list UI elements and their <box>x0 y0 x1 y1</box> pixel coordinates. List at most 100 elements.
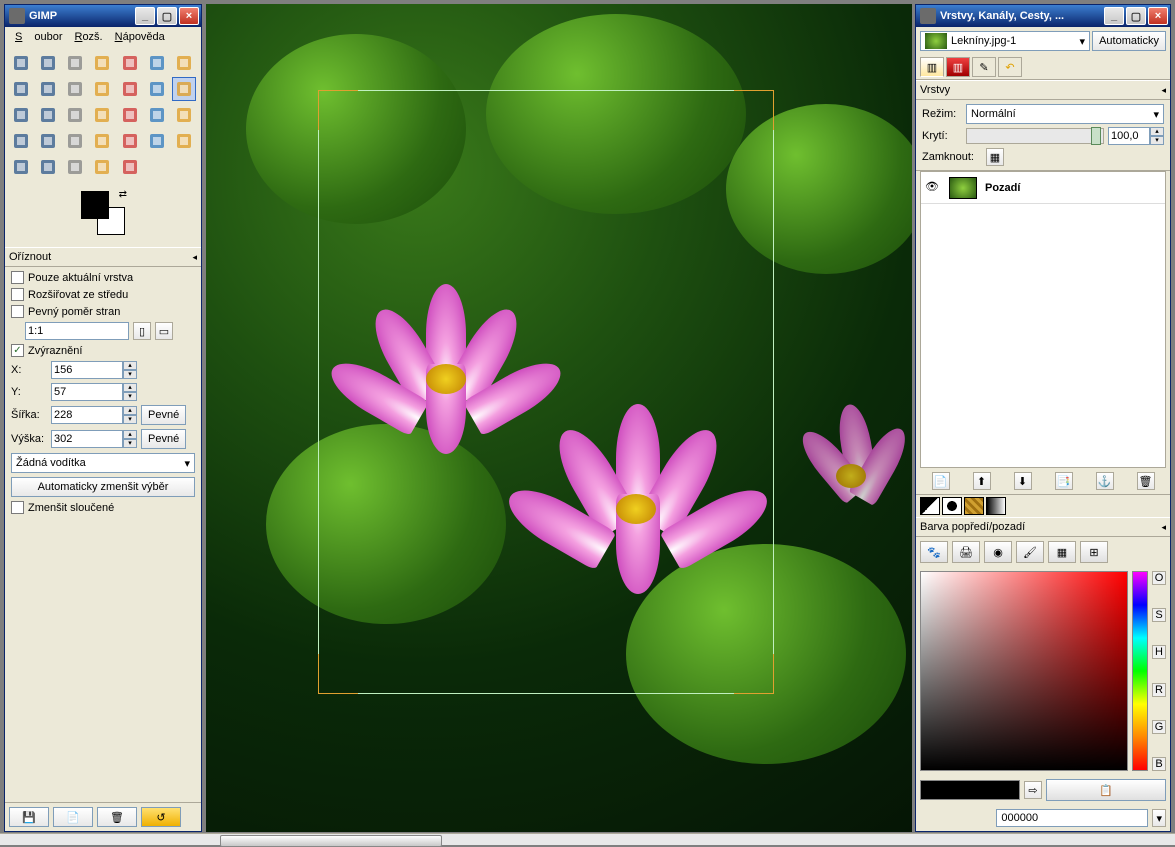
tab-undo[interactable]: ↶ <box>998 57 1022 77</box>
foreground-select-tool[interactable] <box>172 51 196 75</box>
maximize-button[interactable]: ▢ <box>157 7 177 25</box>
gradient-tab[interactable] <box>986 497 1006 515</box>
hex-input[interactable] <box>996 809 1148 827</box>
close-button[interactable]: × <box>1148 7 1168 25</box>
x-input[interactable] <box>51 361 123 379</box>
height-input[interactable] <box>51 430 123 448</box>
minimize-button[interactable]: _ <box>1104 7 1124 25</box>
tab-paths[interactable]: ✎ <box>972 57 996 77</box>
scale-tool[interactable] <box>36 103 60 127</box>
new-layer-button[interactable]: 📄 <box>932 472 950 490</box>
reset-options-button[interactable]: ↺ <box>141 807 181 827</box>
airbrush-tool[interactable] <box>118 129 142 153</box>
close-button[interactable]: × <box>179 7 199 25</box>
fgbg-tab[interactable] <box>920 497 940 515</box>
add-to-history-button[interactable]: ⇨ <box>1024 781 1042 799</box>
crop-handle-se[interactable] <box>734 654 774 694</box>
guides-select[interactable]: Žádná vodítka▾ <box>11 453 195 473</box>
w-down[interactable]: ▾ <box>123 415 137 424</box>
zoom-tool[interactable] <box>63 77 87 101</box>
color-history-button[interactable]: 📋 <box>1046 779 1166 801</box>
paint-button[interactable]: 🖌 <box>1016 541 1044 563</box>
dodge-tool[interactable] <box>118 155 142 179</box>
color-picker-tool[interactable] <box>36 77 60 101</box>
image-canvas[interactable] <box>206 4 912 832</box>
layer-row[interactable]: 👁 Pozadí <box>921 172 1165 204</box>
menu-arrow-icon[interactable]: ◂ <box>1161 522 1166 533</box>
perspective-clone-tool[interactable] <box>36 155 60 179</box>
crop-handle-sw[interactable] <box>318 654 358 694</box>
flip-tool[interactable] <box>118 103 142 127</box>
tab-layers[interactable]: ▥ <box>920 57 944 77</box>
blur-tool[interactable] <box>63 155 87 179</box>
y-input[interactable] <box>51 383 123 401</box>
scissors-tool[interactable] <box>145 51 169 75</box>
h-down[interactable]: ▾ <box>123 439 137 448</box>
y-up[interactable]: ▴ <box>123 383 137 392</box>
hue-mode-s[interactable]: S <box>1152 608 1166 622</box>
hue-mode-g[interactable]: G <box>1152 720 1166 734</box>
lock-alpha-button[interactable]: ▦ <box>986 148 1004 166</box>
y-down[interactable]: ▾ <box>123 392 137 401</box>
portrait-icon[interactable]: ▯ <box>133 322 151 340</box>
paths-tool[interactable] <box>9 77 33 101</box>
horizontal-scrollbar[interactable] <box>0 833 1175 845</box>
cmyk-button[interactable]: 🖨 <box>952 541 980 563</box>
delete-layer-button[interactable]: 🗑 <box>1137 472 1155 490</box>
shrink-merged-checkbox[interactable] <box>11 501 24 514</box>
free-select-tool[interactable] <box>63 51 87 75</box>
delete-options-button[interactable]: 🗑 <box>97 807 137 827</box>
align-tool[interactable] <box>145 77 169 101</box>
hue-mode-h[interactable]: H <box>1152 645 1166 659</box>
heal-tool[interactable] <box>9 155 33 179</box>
hue-mode-b[interactable]: B <box>1152 757 1166 771</box>
swap-colors-icon[interactable]: ⇄ <box>119 189 127 200</box>
aspect-input[interactable] <box>25 322 129 340</box>
menu-ext[interactable]: Rozš. <box>68 29 108 45</box>
raise-layer-button[interactable]: ⬆ <box>973 472 991 490</box>
hue-mode-r[interactable]: R <box>1152 683 1166 697</box>
opacity-input[interactable] <box>1108 127 1150 145</box>
current-color-swatch[interactable] <box>920 780 1020 800</box>
current-layer-checkbox[interactable] <box>11 271 24 284</box>
landscape-icon[interactable]: ▭ <box>155 322 173 340</box>
highlight-checkbox[interactable]: ✓ <box>11 344 24 357</box>
tool-options-header[interactable]: Oříznout ◂ <box>5 247 201 267</box>
width-input[interactable] <box>51 406 123 424</box>
duplicate-layer-button[interactable]: 📑 <box>1055 472 1073 490</box>
color-select-tool[interactable] <box>118 51 142 75</box>
smudge-tool[interactable] <box>90 155 114 179</box>
save-options-button[interactable]: 💾 <box>9 807 49 827</box>
foreground-color[interactable] <box>81 191 109 219</box>
ellipse-select-tool[interactable] <box>36 51 60 75</box>
width-fixed-button[interactable]: Pevné <box>141 405 186 425</box>
tab-channels[interactable]: ▥ <box>946 57 970 77</box>
h-up[interactable]: ▴ <box>123 430 137 439</box>
menu-file[interactable]: Soubor <box>9 29 68 45</box>
crop-handle-nw[interactable] <box>318 90 358 130</box>
hue-mode-o[interactable]: O <box>1152 571 1166 585</box>
menu-arrow-icon[interactable]: ◂ <box>1161 85 1166 96</box>
menu-arrow-icon[interactable]: ◂ <box>192 252 197 263</box>
paintbrush-tool[interactable] <box>63 129 87 153</box>
opacity-slider[interactable] <box>966 128 1104 144</box>
x-down[interactable]: ▾ <box>123 370 137 379</box>
maximize-button[interactable]: ▢ <box>1126 7 1146 25</box>
measure-tool[interactable] <box>90 77 114 101</box>
rect-select-tool[interactable] <box>9 51 33 75</box>
anchor-layer-button[interactable]: ⚓ <box>1096 472 1114 490</box>
pattern-tab[interactable] <box>964 497 984 515</box>
fixed-aspect-checkbox[interactable] <box>11 305 24 318</box>
crop-selection[interactable] <box>318 90 774 694</box>
palette-button[interactable]: ▦ <box>1048 541 1076 563</box>
clone-tool[interactable] <box>172 129 196 153</box>
fuzzy-select-tool[interactable] <box>90 51 114 75</box>
ink-tool[interactable] <box>145 129 169 153</box>
move-tool[interactable] <box>118 77 142 101</box>
crop-handle-ne[interactable] <box>734 90 774 130</box>
layers-titlebar[interactable]: Vrstvy, Kanály, Cesty, ... _ ▢ × <box>916 5 1170 27</box>
scales-button[interactable]: ⊞ <box>1080 541 1108 563</box>
minimize-button[interactable]: _ <box>135 7 155 25</box>
eraser-tool[interactable] <box>90 129 114 153</box>
wheel-button[interactable]: ◉ <box>984 541 1012 563</box>
